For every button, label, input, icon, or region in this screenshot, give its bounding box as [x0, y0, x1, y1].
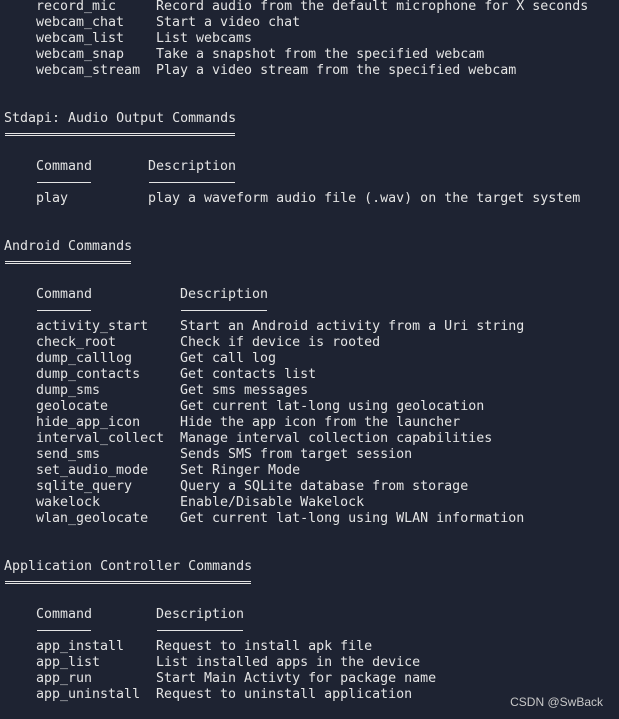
command-description: Manage interval collection capabilities	[180, 431, 493, 446]
command-description: Play a video stream from the specified w…	[156, 63, 517, 78]
command-name: set_audio_mode	[36, 463, 149, 478]
command-name: dump_calllog	[36, 351, 133, 366]
command-name: app_run	[36, 671, 93, 686]
command-name: webcam_chat	[36, 15, 125, 30]
column-header-command: Command	[36, 287, 93, 302]
command-name: app_install	[36, 639, 125, 654]
command-description: Enable/Disable Wakelock	[180, 495, 365, 510]
command-description: Sends SMS from target session	[180, 447, 413, 462]
header-underline	[37, 630, 91, 631]
section-title-text: Android Commands	[4, 239, 133, 254]
double-underline	[5, 581, 251, 584]
column-header-description: Description	[180, 287, 269, 302]
command-name: app_uninstall	[36, 687, 141, 702]
command-description: Take a snapshot from the specified webca…	[156, 47, 485, 62]
command-description: Set Ringer Mode	[180, 463, 301, 478]
command-name: play	[36, 191, 69, 206]
command-description: List installed apps in the device	[156, 655, 421, 670]
command-name: webcam_list	[36, 31, 125, 46]
command-description: Get current lat-long using geolocation	[180, 399, 485, 414]
command-description: Get sms messages	[180, 383, 309, 398]
command-name: wlan_geolocate	[36, 511, 149, 526]
command-description: Request to install apk file	[156, 639, 373, 654]
command-name: send_sms	[36, 447, 101, 462]
command-description: Get current lat-long using WLAN informat…	[180, 511, 525, 526]
double-underline	[5, 133, 235, 136]
command-name: record_mic	[36, 0, 117, 14]
command-description: Get contacts list	[180, 367, 317, 382]
header-underline	[157, 630, 243, 631]
command-description: play a waveform audio file (.wav) on the…	[148, 191, 581, 206]
header-underline	[37, 310, 91, 311]
header-underline	[149, 182, 235, 183]
command-name: dump_sms	[36, 383, 101, 398]
command-name: activity_start	[36, 319, 149, 334]
command-description: Record audio from the default microphone…	[156, 0, 589, 14]
command-description: Hide the app icon from the launcher	[180, 415, 461, 430]
double-underline	[5, 261, 131, 264]
command-name: app_list	[36, 655, 101, 670]
column-header-command: Command	[36, 159, 93, 174]
command-description: Query a SQLite database from storage	[180, 479, 469, 494]
command-description: Request to uninstall application	[156, 687, 413, 702]
header-underline	[37, 182, 91, 183]
column-header-description: Description	[148, 159, 237, 174]
command-name: dump_contacts	[36, 367, 141, 382]
header-underline	[181, 310, 267, 311]
watermark: CSDN @SwBack	[510, 695, 603, 709]
command-description: Start an Android activity from a Uri str…	[180, 319, 525, 334]
column-header-description: Description	[156, 607, 245, 622]
command-description: Check if device is rooted	[180, 335, 381, 350]
command-name: wakelock	[36, 495, 101, 510]
command-name: hide_app_icon	[36, 415, 141, 430]
section-title-text: Application Controller Commands	[4, 559, 253, 574]
command-description: Start Main Activty for package name	[156, 671, 437, 686]
command-description: Start a video chat	[156, 15, 301, 30]
section-title-text: Stdapi: Audio Output Commands	[4, 111, 237, 126]
command-name: webcam_stream	[36, 63, 141, 78]
column-header-command: Command	[36, 607, 93, 622]
command-name: webcam_snap	[36, 47, 125, 62]
command-description: List webcams	[156, 31, 253, 46]
command-name: geolocate	[36, 399, 109, 414]
command-description: Get call log	[180, 351, 277, 366]
command-name: check_root	[36, 335, 117, 350]
command-name: sqlite_query	[36, 479, 133, 494]
command-name: interval_collect	[36, 431, 165, 446]
